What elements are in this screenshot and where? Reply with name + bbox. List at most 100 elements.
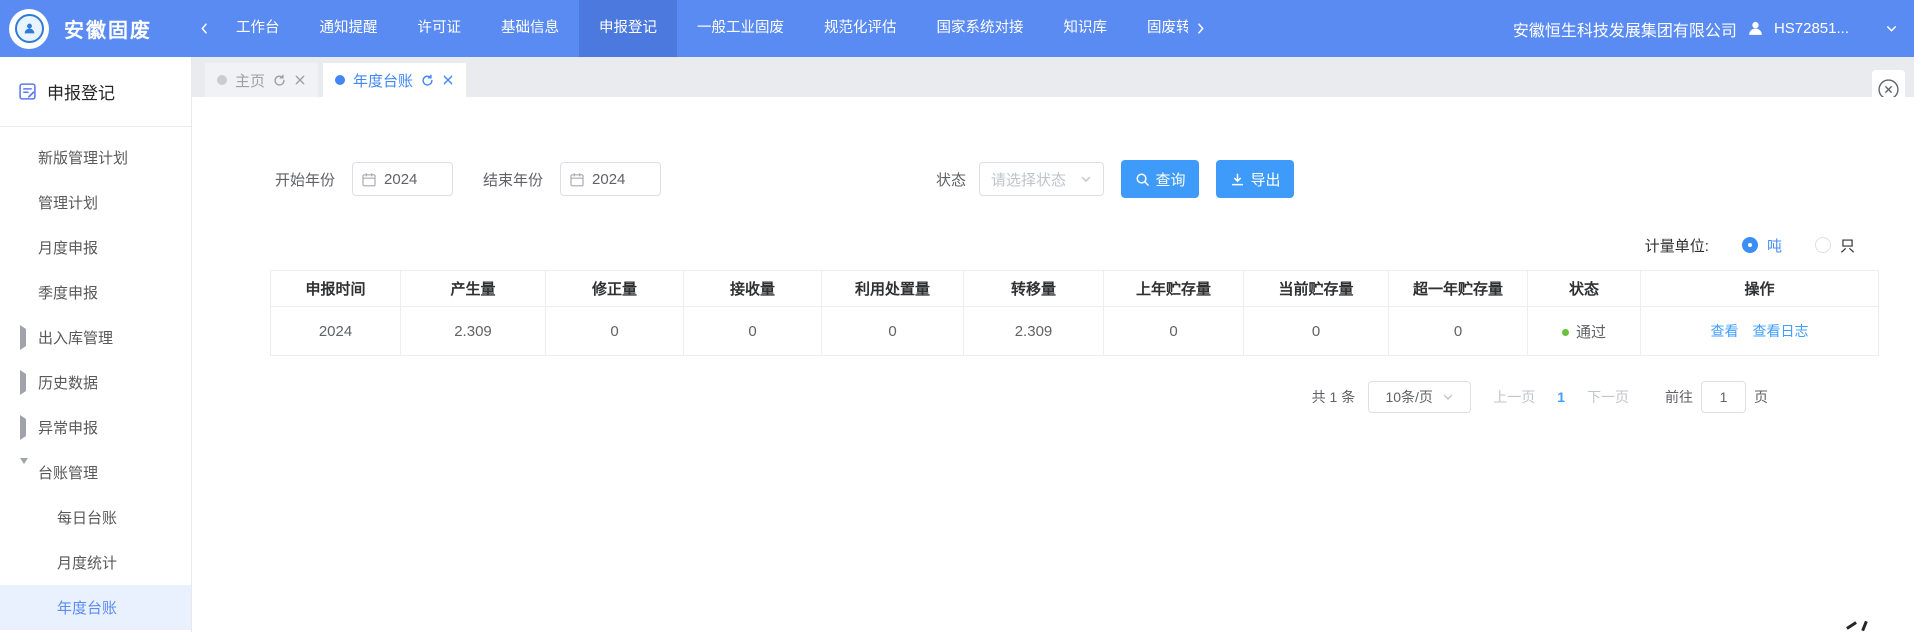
refresh-icon[interactable] — [273, 74, 286, 87]
status-select[interactable]: 请选择状态 — [979, 162, 1104, 196]
nav-item-9[interactable]: 知识库 — [1044, 0, 1128, 57]
sidebar-item-8[interactable]: 台账管理 — [0, 450, 191, 495]
unit-option-1[interactable]: 吨 — [1742, 235, 1782, 256]
export-button[interactable]: 导出 — [1216, 160, 1294, 198]
collapse-arrow-icon[interactable] — [20, 464, 28, 481]
nav-item-7[interactable]: 规范化评估 — [804, 0, 917, 57]
sidebar-item-10[interactable]: 月度统计 — [0, 540, 191, 585]
table-header-cell: 当前贮存量 — [1244, 271, 1389, 307]
sidebar-item-1[interactable]: 新版管理计划 — [0, 135, 191, 180]
refresh-icon[interactable] — [421, 74, 434, 87]
status-placeholder: 请选择状态 — [991, 169, 1066, 190]
nav-item-4[interactable]: 基础信息 — [481, 0, 579, 57]
tab-2[interactable]: 年度台账 — [323, 63, 466, 97]
sidebar-item-11[interactable]: 年度台账 — [0, 585, 191, 630]
sidebar-item-4[interactable]: 季度申报 — [0, 270, 191, 315]
sidebar-item-7[interactable]: 异常申报 — [0, 405, 191, 450]
app-title: 安徽固废 — [64, 14, 152, 43]
start-year-input[interactable]: 2024 — [352, 162, 453, 196]
annual-ledger-table: 申报时间产生量修正量接收量利用处置量转移量上年贮存量当前贮存量超一年贮存量状态操… — [270, 270, 1879, 356]
tab-dot — [335, 75, 345, 85]
close-icon[interactable] — [442, 74, 454, 86]
sidebar-header: 申报登记 — [0, 57, 191, 127]
sidebar-item-3[interactable]: 月度申报 — [0, 225, 191, 270]
tab-dot — [217, 75, 227, 85]
table-header-row: 申报时间产生量修正量接收量利用处置量转移量上年贮存量当前贮存量超一年贮存量状态操… — [271, 271, 1879, 307]
unit-option-2[interactable]: 只 — [1815, 235, 1855, 256]
chevron-down-icon — [1442, 391, 1454, 403]
sidebar-item-5[interactable]: 出入库管理 — [0, 315, 191, 360]
current-page[interactable]: 1 — [1557, 389, 1565, 405]
nav-item-8[interactable]: 国家系统对接 — [917, 0, 1044, 57]
filter-form: 开始年份 2024 结束年份 2024 状态 请选择状态 查询 导出 — [192, 160, 1914, 198]
unit-selector: 计量单位: 吨只 — [192, 232, 1914, 258]
tab-bar: 主页 年度台账 — [192, 57, 1914, 97]
sidebar-item-label: 年度台账 — [57, 597, 117, 618]
user-icon — [1747, 20, 1764, 37]
tab-strip: 主页 年度台账 — [205, 63, 471, 97]
top-nav: 安徽固废 工作台通知提醒许可证基础信息申报登记一般工业固废规范化评估国家系统对接… — [0, 0, 1914, 57]
end-year-value: 2024 — [592, 171, 625, 188]
prev-page-button[interactable]: 上一页 — [1493, 387, 1535, 407]
sidebar-item-9[interactable]: 每日台账 — [0, 495, 191, 540]
next-page-button[interactable]: 下一页 — [1587, 387, 1629, 407]
sidebar-item-label: 月度统计 — [57, 552, 117, 573]
nav-item-6[interactable]: 一般工业固废 — [677, 0, 804, 57]
brand: 安徽固废 — [0, 9, 192, 49]
table-cell: 0 — [822, 307, 964, 356]
goto-unit: 页 — [1754, 387, 1768, 407]
sidebar-item-6[interactable]: 历史数据 — [0, 360, 191, 405]
tab-1[interactable]: 主页 — [205, 63, 318, 97]
table-header-cell: 利用处置量 — [822, 271, 964, 307]
sidebar-item-label: 新版管理计划 — [38, 147, 128, 168]
expand-arrow-icon[interactable] — [20, 419, 26, 436]
table-header-cell: 产生量 — [401, 271, 546, 307]
calendar-icon — [570, 172, 584, 187]
action-link-view[interactable]: 查看 — [1711, 323, 1739, 339]
page-size-select[interactable]: 10条/页 — [1368, 381, 1471, 413]
table-header-cell: 操作 — [1641, 271, 1879, 307]
unit-option-label: 只 — [1840, 235, 1855, 256]
expand-arrow-icon[interactable] — [20, 374, 26, 391]
user-id[interactable]: HS72851... — [1774, 20, 1849, 37]
nav-scroll-left-icon[interactable] — [192, 22, 216, 35]
radio-selected-icon[interactable] — [1742, 237, 1758, 253]
expand-arrow-icon[interactable] — [20, 329, 26, 346]
start-year-value: 2024 — [384, 171, 417, 188]
end-year-input[interactable]: 2024 — [560, 162, 661, 196]
sidebar-title: 申报登记 — [47, 79, 115, 104]
goto-page-input[interactable] — [1701, 381, 1746, 413]
table-header-cell: 超一年贮存量 — [1389, 271, 1528, 307]
nav-item-2[interactable]: 通知提醒 — [300, 0, 398, 57]
tab-label: 主页 — [235, 70, 265, 91]
table-cell: 0 — [546, 307, 684, 356]
nav-item-3[interactable]: 许可证 — [398, 0, 482, 57]
actions-cell: 查看查看日志 — [1641, 307, 1879, 356]
nav-scroll-right-icon[interactable] — [1188, 22, 1212, 35]
nav-item-10[interactable]: 固废转 — [1127, 0, 1188, 57]
user-menu-chevron-icon[interactable] — [1885, 22, 1898, 35]
tab-label: 年度台账 — [353, 70, 413, 91]
sidebar-item-label: 出入库管理 — [38, 327, 113, 348]
nav-item-1[interactable]: 工作台 — [216, 0, 300, 57]
table-header-cell: 接收量 — [684, 271, 822, 307]
goto-label: 前往 — [1665, 387, 1693, 407]
company-name: 安徽恒生科技发展集团有限公司 — [1513, 17, 1737, 41]
pagination: 共 1 条 10条/页 上一页 1 下一页 前往 页 — [192, 381, 1914, 413]
table-cell: 0 — [684, 307, 822, 356]
search-button[interactable]: 查询 — [1121, 160, 1199, 198]
search-icon — [1135, 172, 1150, 187]
radio-icon[interactable] — [1815, 237, 1831, 253]
chevron-down-icon — [1080, 173, 1092, 185]
app-logo-icon — [9, 9, 49, 49]
unit-option-label: 吨 — [1767, 235, 1782, 256]
top-nav-menu: 工作台通知提醒许可证基础信息申报登记一般工业固废规范化评估国家系统对接知识库固废… — [216, 0, 1188, 57]
main-content: 开始年份 2024 结束年份 2024 状态 请选择状态 查询 导出 计量单位:… — [192, 97, 1914, 632]
close-icon[interactable] — [294, 74, 306, 86]
sidebar-item-label: 历史数据 — [38, 372, 98, 393]
emblem-icon — [15, 14, 44, 43]
sidebar-item-2[interactable]: 管理计划 — [0, 180, 191, 225]
action-link-view-log[interactable]: 查看日志 — [1753, 323, 1809, 339]
status-dot-icon — [1562, 329, 1569, 336]
nav-item-5[interactable]: 申报登记 — [579, 0, 677, 57]
